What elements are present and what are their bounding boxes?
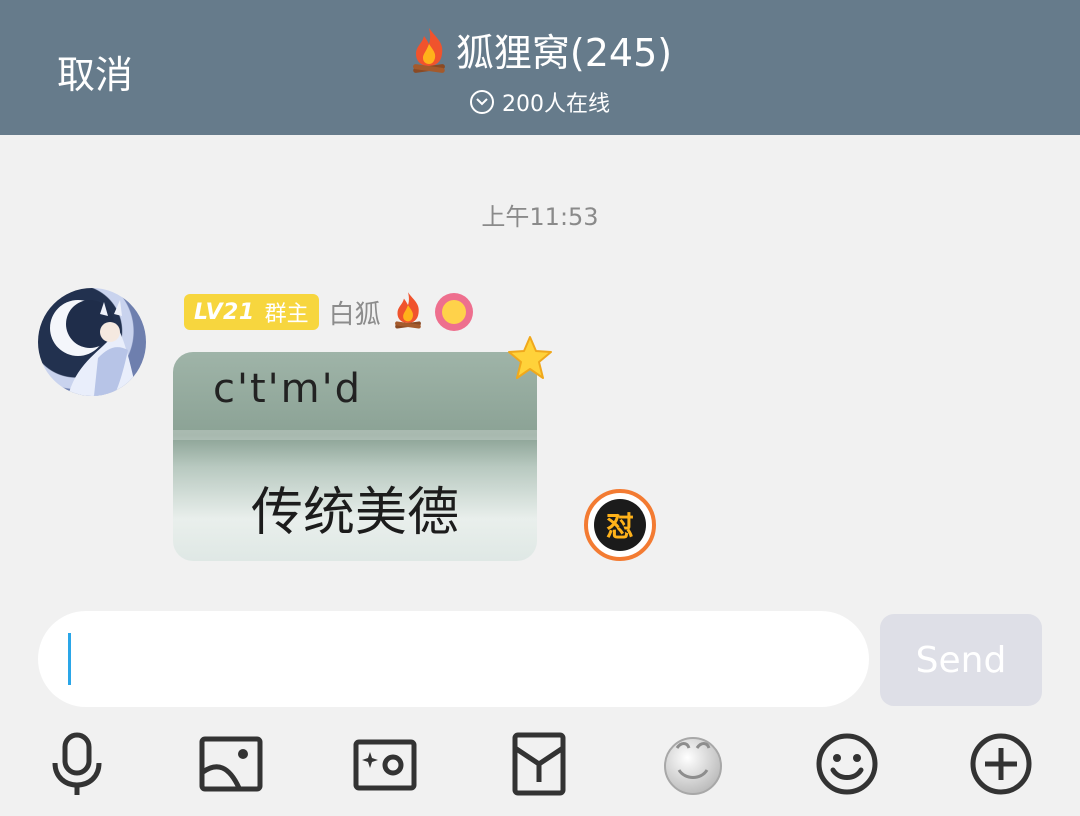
campfire-icon <box>391 290 425 334</box>
sticker-band <box>173 430 537 440</box>
text-caret <box>68 633 71 685</box>
reaction-label: 怼 <box>594 499 646 551</box>
campfire-icon <box>408 26 450 74</box>
online-status[interactable]: 200人在线 <box>470 86 610 118</box>
avatar[interactable] <box>38 288 146 396</box>
message-timestamp: 上午11:53 <box>481 203 599 231</box>
online-count: 200人在线 <box>502 91 610 117</box>
smiley-icon[interactable] <box>809 726 885 802</box>
send-button[interactable]: Send <box>880 614 1042 706</box>
red-envelope-icon[interactable] <box>501 726 577 802</box>
sticker-message[interactable]: c't'm'd 传统美德 <box>173 352 537 561</box>
reaction-badge[interactable]: 怼 <box>584 489 656 561</box>
camera-icon[interactable] <box>347 726 423 802</box>
message-meta: LV21 群主 白狐 <box>184 290 473 334</box>
level-label: LV21 <box>194 299 255 325</box>
star-icon <box>506 334 554 382</box>
chevron-down-icon <box>470 89 494 114</box>
role-label: 群主 <box>264 302 309 327</box>
chat-header: 取消 狐狸窝(245) 200人在线 <box>0 0 1080 135</box>
input-toolbar <box>0 726 1080 802</box>
level-badge[interactable]: LV21 群主 <box>184 294 319 330</box>
title-area: 狐狸窝(245) 200人在线 <box>0 22 1080 118</box>
sticker-face-icon[interactable] <box>655 726 731 802</box>
plus-icon[interactable] <box>963 726 1039 802</box>
microphone-icon[interactable] <box>39 726 115 802</box>
group-title[interactable]: 狐狸窝(245) <box>408 22 672 77</box>
flower-face-icon <box>434 293 473 331</box>
message-input[interactable] <box>38 611 869 707</box>
image-icon[interactable] <box>193 726 269 802</box>
sticker-top-text: c't'm'd <box>213 366 363 412</box>
avatar-image <box>50 300 138 396</box>
sender-nickname[interactable]: 白狐 <box>329 294 381 331</box>
sticker-main-text: 传统美德 <box>250 483 459 543</box>
group-name: 狐狸窝(245) <box>455 31 673 75</box>
